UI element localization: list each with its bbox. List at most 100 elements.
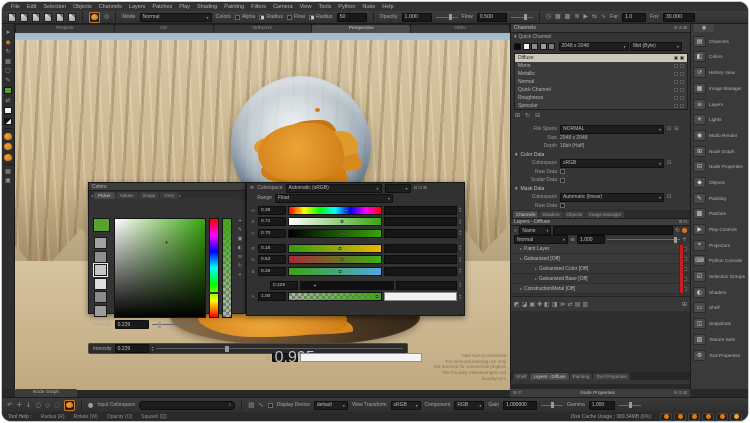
dock-tab[interactable]: Channels xyxy=(513,211,538,218)
status-light[interactable] xyxy=(730,413,742,421)
diamond-brush-icon[interactable]: ◇ xyxy=(45,402,50,409)
blend-options-icon[interactable]: ≡ xyxy=(570,236,575,243)
layer-expander-icon[interactable]: ▸ xyxy=(535,276,537,281)
channel-lock-icon[interactable] xyxy=(674,104,678,108)
menu-item[interactable]: Patches xyxy=(152,4,172,10)
layer-opacity-slider[interactable] xyxy=(607,239,680,240)
foreground-color-swatch[interactable] xyxy=(4,87,12,94)
channel-lock-icon[interactable] xyxy=(674,56,678,60)
status-light[interactable] xyxy=(688,413,700,421)
slider-spinner[interactable]: ▴▾ xyxy=(459,230,461,236)
value-spinner[interactable]: ▴▾ xyxy=(268,355,270,361)
palette-sidebar-item[interactable]: ⚙ Tool Properties xyxy=(693,349,748,362)
node-graph-tab[interactable]: Node Graph xyxy=(15,389,77,397)
dock-tab[interactable]: Image Manager xyxy=(586,211,624,218)
intensity-slider[interactable] xyxy=(152,324,192,325)
toolbar-checkbox[interactable]: Flow xyxy=(287,14,305,20)
channel-swatch-grey[interactable] xyxy=(548,43,555,50)
menu-item[interactable]: Edit xyxy=(27,4,36,10)
channel-row[interactable]: Roughness xyxy=(515,94,687,102)
import-icon[interactable] xyxy=(44,13,52,22)
grey-swatch[interactable] xyxy=(94,264,107,276)
viewport-tab[interactable]: Perspective xyxy=(312,25,410,33)
palette-sidebar-item[interactable]: ⌨ Python Console xyxy=(693,255,748,268)
menu-item[interactable]: Objects xyxy=(73,4,92,10)
gamma-field[interactable]: 1.000 xyxy=(589,401,615,410)
display-device-dropdown[interactable]: default▾ xyxy=(314,401,348,410)
curve-icon[interactable]: ∿ xyxy=(258,402,263,409)
slider-value-field[interactable]: 0.16 xyxy=(258,244,286,253)
radius-field[interactable]: 50 xyxy=(337,13,367,22)
toolbar-checkbox[interactable]: Alpha xyxy=(235,14,256,20)
viewport-tab[interactable]: Projects xyxy=(16,25,114,33)
panel-grip-icon[interactable]: ≡ xyxy=(250,185,254,191)
palette-sidebar-item[interactable]: ☀ Lights xyxy=(693,113,748,126)
grid-tool-icon[interactable]: ▦ xyxy=(5,59,11,65)
toolbar-checkbox[interactable]: Radius xyxy=(309,14,333,20)
colors-panel-titlebar[interactable]: Colors xyxy=(89,183,245,191)
share-icon[interactable]: ▥ xyxy=(582,301,588,308)
search-mode-dropdown[interactable]: Name▾ xyxy=(519,226,551,235)
opacity-slider[interactable] xyxy=(436,17,458,18)
swap-colors-icon[interactable]: ⇄ xyxy=(5,98,10,104)
lower-dock-tab[interactable]: Layers - Diffuse xyxy=(530,373,568,380)
palette-sidebar-item[interactable]: ▤ Channels xyxy=(693,35,748,48)
layer-row[interactable]: • ▸ Galvanized Color [Off] xyxy=(511,264,690,274)
opacity-field[interactable]: 1.000 xyxy=(402,13,432,22)
mirror-icon[interactable]: ⇆ xyxy=(592,14,597,20)
status-light[interactable] xyxy=(716,413,728,421)
viewport-tab[interactable]: Ortho/UV xyxy=(214,25,312,33)
slider-value-field[interactable]: 0.71 xyxy=(258,217,286,226)
settings-doc-icon[interactable] xyxy=(68,13,76,22)
slider-gradient-bar[interactable] xyxy=(288,255,382,264)
grey-swatch[interactable] xyxy=(94,237,107,249)
input-colorspace-search[interactable]: ⌕ xyxy=(139,401,235,410)
channel-row[interactable]: Metallic xyxy=(515,70,687,78)
expander-icon[interactable]: ▾ xyxy=(515,186,518,192)
channel-lock-icon[interactable] xyxy=(674,88,678,92)
grey-swatch[interactable] xyxy=(94,291,107,303)
transfer-icon[interactable]: ⇄ xyxy=(568,301,573,308)
add-channel-icon[interactable]: ⊞ xyxy=(515,112,520,119)
expander-icon[interactable]: ▾ xyxy=(514,34,517,40)
slider-spinner[interactable]: ▴▾ xyxy=(459,257,461,263)
checker-icon[interactable]: ▩ xyxy=(565,14,571,20)
grey-swatch[interactable] xyxy=(94,278,107,290)
slider-row[interactable]: H 0.28 ▴▾ xyxy=(250,205,461,215)
alpha-strip[interactable] xyxy=(222,218,232,318)
export-icon[interactable] xyxy=(56,13,64,22)
open-project-icon[interactable] xyxy=(20,13,28,22)
grey-swatch[interactable] xyxy=(94,305,107,317)
grey-swatch[interactable] xyxy=(94,251,107,263)
status-light[interactable] xyxy=(702,413,714,421)
paint-tool-active-icon[interactable]: ◉ xyxy=(5,40,10,46)
toolbar-checkbox[interactable]: Radius xyxy=(259,14,283,20)
channel-cache-icon[interactable] xyxy=(680,104,684,108)
fov-field[interactable]: 30.000 xyxy=(663,13,695,22)
current-color-swatch[interactable] xyxy=(93,218,110,232)
sync-channel-icon[interactable]: ↻ xyxy=(525,112,530,119)
palette-sidebar-item[interactable]: ⊟ Node Properties xyxy=(693,161,748,174)
layer-opacity-field[interactable]: 1.000 xyxy=(577,235,605,244)
range-dropdown[interactable]: Float▾ xyxy=(275,194,393,203)
flow-field[interactable]: 0.500 xyxy=(477,13,507,22)
mask-colorspace-dropdown[interactable]: Automatic (linear)▾ xyxy=(560,193,664,202)
slider-gradient-bar[interactable] xyxy=(288,229,382,238)
panel-controls[interactable]: ⊟⊡⊠ xyxy=(674,26,687,31)
scroll-right-icon[interactable]: ▸ xyxy=(179,192,181,199)
menu-item[interactable]: File xyxy=(11,4,20,10)
palette-sidebar-item[interactable]: ≡ Layers xyxy=(693,98,748,111)
shelf-grid-icon[interactable]: ▦ xyxy=(5,169,11,175)
rotate-tool-icon[interactable]: ↻ xyxy=(5,49,10,55)
dotted-circle-icon[interactable]: ◌ xyxy=(54,402,60,409)
slider-gradient-bar[interactable] xyxy=(288,292,382,301)
menu-item[interactable]: View xyxy=(300,4,312,10)
sphere-icon[interactable]: ● xyxy=(88,402,94,409)
component-dropdown[interactable]: RGB▾ xyxy=(454,401,484,410)
circle-brush-icon[interactable]: ○ xyxy=(35,402,41,409)
minus-icon[interactable]: ⊟ xyxy=(674,126,678,132)
scroll-left-icon[interactable]: ◂ xyxy=(91,192,93,199)
play-icon[interactable]: ▶ xyxy=(583,14,588,20)
bw-colors-icon[interactable] xyxy=(4,118,12,125)
intensity-field[interactable]: 0.229 xyxy=(115,320,149,329)
